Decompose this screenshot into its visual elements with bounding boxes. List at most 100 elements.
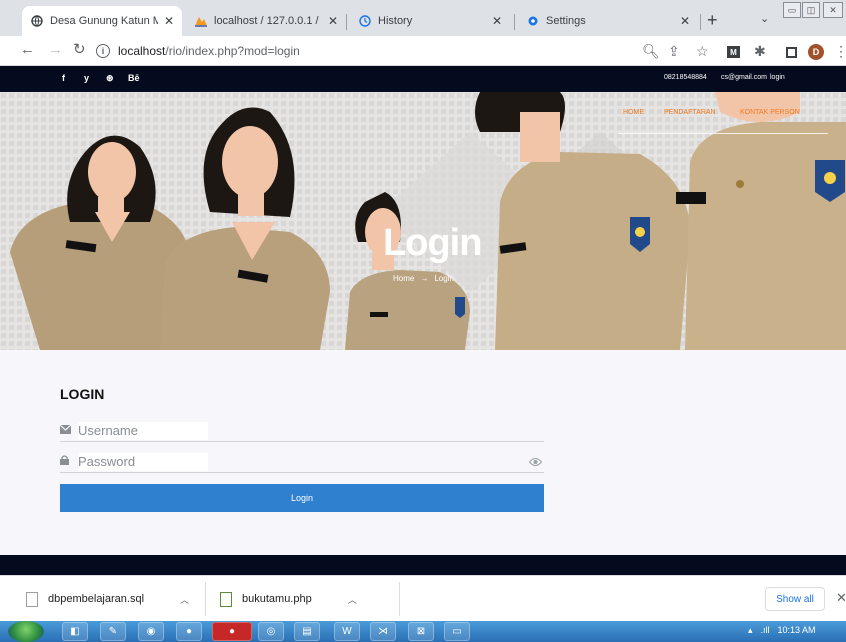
close-tab-icon[interactable]: ✕ bbox=[680, 14, 690, 28]
dribbble-icon[interactable]: ⊛ bbox=[106, 73, 114, 84]
password-input[interactable] bbox=[78, 452, 208, 471]
nav-home[interactable]: HOME bbox=[623, 109, 644, 116]
chevron-up-icon[interactable]: ︿ bbox=[180, 593, 189, 606]
reload-icon[interactable]: ↻ bbox=[73, 42, 86, 58]
phpmyadmin-icon bbox=[194, 14, 208, 28]
zoom-search-icon[interactable]: 🔍︎ bbox=[642, 42, 660, 60]
minimize-window-icon[interactable]: ▭ bbox=[783, 2, 801, 18]
show-all-downloads-button[interactable]: Show all bbox=[765, 587, 825, 611]
nav-kontak-person[interactable]: KONTAK PERSON bbox=[740, 109, 800, 116]
network-signal-icon[interactable]: .ıll bbox=[761, 625, 770, 636]
settings-icon bbox=[526, 14, 540, 28]
url-path: /rio/index.php?mod=login bbox=[165, 44, 300, 58]
login-submit-button[interactable]: Login bbox=[60, 484, 544, 512]
extensions-puzzle-icon[interactable]: ✱ bbox=[754, 42, 766, 60]
chrome-app-icon[interactable]: ◎ bbox=[258, 622, 284, 641]
login-section: LOGIN Login bbox=[0, 350, 846, 555]
browser-tab-strip: Desa Gunung Katun Mala ✕ localhost / 127… bbox=[0, 0, 846, 36]
username-input[interactable] bbox=[78, 421, 208, 440]
file-icon bbox=[26, 591, 38, 607]
address-bar[interactable]: i localhost/rio/index.php?mod=login bbox=[96, 40, 706, 62]
globe-icon bbox=[30, 14, 44, 28]
tab-desa-gunung-katun[interactable]: Desa Gunung Katun Mala ✕ bbox=[22, 6, 182, 36]
php-file-icon bbox=[220, 591, 232, 607]
breadcrumb: Home → Login bbox=[393, 274, 454, 283]
nav-pendaftaran[interactable]: PENDAFTARAN bbox=[664, 109, 716, 116]
history-icon bbox=[358, 14, 372, 28]
close-tab-icon[interactable]: ✕ bbox=[492, 14, 502, 28]
share-icon[interactable]: ⇪ bbox=[668, 42, 680, 60]
twitter-icon[interactable]: y bbox=[84, 73, 89, 83]
extension-m-icon[interactable]: M bbox=[727, 46, 740, 58]
download-shelf: dbpembelajaran.sql ︿ bukutamu.php ︿ Show… bbox=[0, 575, 846, 621]
hero-banner: HOME PENDAFTARAN KONTAK PERSON Login Hom… bbox=[0, 92, 846, 350]
firefox-app-icon[interactable]: ● bbox=[176, 622, 202, 641]
show-password-eye-icon[interactable] bbox=[528, 457, 543, 469]
hero-illustration bbox=[0, 92, 846, 350]
close-window-icon[interactable]: ✕ bbox=[823, 2, 843, 18]
download-filename: bukutamu.php bbox=[242, 593, 312, 605]
close-download-shelf-icon[interactable]: ✕ bbox=[836, 590, 846, 606]
profile-avatar[interactable]: D bbox=[808, 44, 824, 60]
behance-icon[interactable]: Bē bbox=[128, 73, 140, 83]
vscode-app-icon[interactable]: ⋊ bbox=[370, 622, 396, 641]
new-tab-button[interactable]: + bbox=[707, 11, 718, 29]
tab-separator bbox=[346, 14, 347, 30]
active-app-icon[interactable]: ● bbox=[212, 622, 252, 641]
download-separator bbox=[205, 582, 206, 616]
browser-toolbar: ← → ↻ i localhost/rio/index.php?mod=logi… bbox=[0, 36, 846, 66]
tab-settings[interactable]: Settings ✕ bbox=[518, 6, 698, 36]
file-explorer-icon[interactable]: ▤ bbox=[294, 622, 320, 641]
username-field bbox=[59, 420, 544, 442]
breadcrumb-home[interactable]: Home bbox=[393, 274, 414, 283]
tab-label: Settings bbox=[546, 15, 586, 27]
media-app-icon[interactable]: ◉ bbox=[138, 622, 164, 641]
windows-taskbar: ◧ ✎ ◉ ● ● ◎ ▤ W ⋊ ⊠ ▭ ▴ .ıll 10:13 AM bbox=[0, 621, 846, 642]
chevron-up-icon[interactable]: ︿ bbox=[348, 593, 357, 606]
download-separator bbox=[399, 582, 400, 616]
tab-separator bbox=[700, 14, 701, 30]
back-arrow-icon[interactable]: ← bbox=[20, 42, 35, 58]
facebook-icon[interactable]: f bbox=[62, 73, 65, 83]
window-app-icon[interactable]: ▭ bbox=[444, 622, 470, 641]
xampp-app-icon[interactable]: ◧ bbox=[62, 622, 88, 641]
tab-label: Desa Gunung Katun Mala bbox=[50, 15, 158, 27]
clock[interactable]: 10:13 AM bbox=[778, 625, 816, 636]
email-address: cs@gmail.com bbox=[721, 74, 768, 81]
maximize-window-icon[interactable]: ◫ bbox=[802, 2, 820, 18]
envelope-icon bbox=[59, 424, 72, 437]
tray-arrow-icon[interactable]: ▴ bbox=[748, 625, 753, 636]
site-top-bar: f y ⊛ Bē 08218548884 cs@gmail.com login bbox=[0, 66, 846, 92]
breadcrumb-current: Login bbox=[434, 274, 454, 283]
bookmark-star-icon[interactable]: ☆ bbox=[696, 42, 709, 60]
tools-app-icon[interactable]: ✎ bbox=[100, 622, 126, 641]
windows-start-icon[interactable] bbox=[8, 621, 44, 642]
hero-title: Login bbox=[383, 222, 482, 264]
system-tray: ▴ .ıll 10:13 AM bbox=[748, 625, 816, 636]
password-field bbox=[60, 451, 544, 473]
word-app-icon[interactable]: W bbox=[334, 622, 360, 641]
breadcrumb-arrow-icon: → bbox=[420, 274, 429, 283]
tab-label: History bbox=[378, 15, 413, 27]
login-heading: LOGIN bbox=[60, 386, 105, 402]
download-item[interactable]: dbpembelajaran.sql ︿ bbox=[26, 576, 189, 622]
tab-history[interactable]: History ✕ bbox=[350, 6, 510, 36]
side-panel-icon[interactable] bbox=[786, 47, 797, 58]
login-link[interactable]: login bbox=[770, 74, 785, 81]
tab-separator bbox=[514, 14, 515, 30]
tab-phpmyadmin[interactable]: localhost / 127.0.0.1 / db ✕ bbox=[186, 6, 346, 36]
xampp-control-icon[interactable]: ⊠ bbox=[408, 622, 434, 641]
download-item[interactable]: bukutamu.php ︿ bbox=[220, 576, 357, 622]
url-host: localhost bbox=[118, 44, 166, 58]
close-tab-icon[interactable]: ✕ bbox=[164, 14, 174, 28]
download-filename: dbpembelajaran.sql bbox=[48, 593, 145, 605]
site-footer bbox=[0, 555, 846, 575]
nav-divider bbox=[618, 133, 828, 134]
browser-menu-icon[interactable]: ⋮ bbox=[834, 42, 846, 60]
tab-label: localhost / 127.0.0.1 / db bbox=[214, 15, 322, 27]
close-tab-icon[interactable]: ✕ bbox=[328, 14, 338, 28]
forward-arrow-icon[interactable]: → bbox=[48, 42, 63, 58]
site-info-icon[interactable]: i bbox=[96, 44, 110, 58]
tab-search-chevron-icon[interactable]: ⌄ bbox=[760, 12, 769, 25]
lock-icon bbox=[60, 455, 72, 468]
